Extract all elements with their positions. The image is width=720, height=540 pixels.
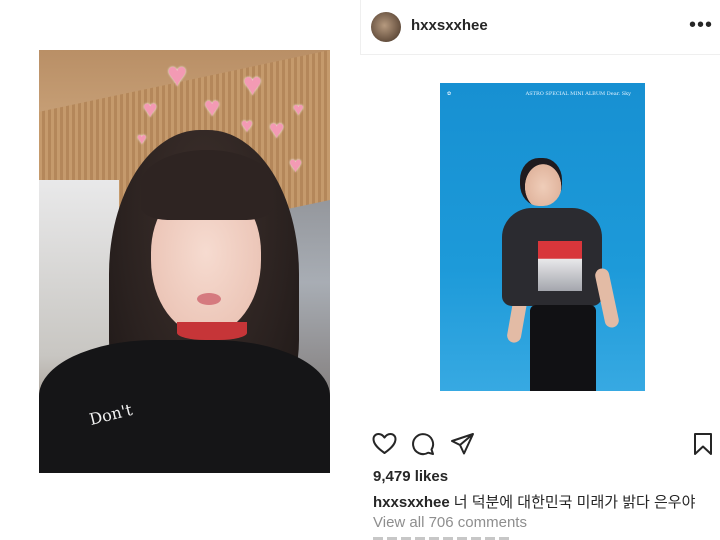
comment-icon[interactable] [411, 432, 435, 456]
caption-username[interactable]: hxxsxxhee [373, 494, 450, 511]
heart-icon[interactable] [372, 432, 397, 456]
photo-bangs [141, 150, 273, 220]
shirt-print [538, 241, 582, 291]
heart-filter-icon: ♥ [269, 114, 285, 144]
likes-count[interactable]: 9,479 likes [373, 468, 448, 485]
avatar[interactable] [371, 12, 401, 42]
heart-filter-icon: ♥ [293, 99, 304, 119]
heart-filter-icon: ♥ [241, 115, 253, 137]
post-username[interactable]: hxxsxxhee [411, 17, 488, 34]
heart-filter-icon: ♥ [167, 56, 188, 94]
bookmark-icon[interactable] [693, 432, 713, 456]
heart-filter-icon: ♥ [204, 92, 221, 122]
photo-lips [197, 293, 221, 305]
person-legs [530, 305, 596, 391]
person-head [520, 158, 562, 206]
post-header: hxxsxxhee ••• [360, 0, 720, 55]
view-comments-link[interactable]: View all 706 comments [373, 514, 527, 531]
share-icon[interactable] [450, 432, 475, 456]
heart-filter-icon: ♥ [243, 66, 262, 102]
selfie-photo: Don't ♥ ♥ ♥ ♥ ♥ ♥ ♥ ♥ ♥ [39, 50, 330, 473]
photo-collar [177, 322, 247, 340]
post-caption: hxxsxxhee 너 덕분에 대한민국 미래가 밝다 은우야 [373, 491, 695, 512]
heart-filter-icon: ♥ [143, 96, 158, 123]
heart-filter-icon: ♥ [137, 131, 147, 148]
album-logo-text: ✿ [447, 91, 452, 97]
more-options-icon[interactable]: ••• [689, 14, 713, 37]
caption-text: 너 덕분에 대한민국 미래가 밝다 은우야 [453, 494, 696, 511]
post-image[interactable]: ✿ ASTRO SPECIAL MINI ALBUM Dear. Sky [440, 83, 645, 391]
photo-shirt [39, 340, 330, 473]
heart-filter-icon: ♥ [289, 152, 303, 177]
album-title-text: ASTRO SPECIAL MINI ALBUM Dear. Sky [525, 91, 631, 97]
